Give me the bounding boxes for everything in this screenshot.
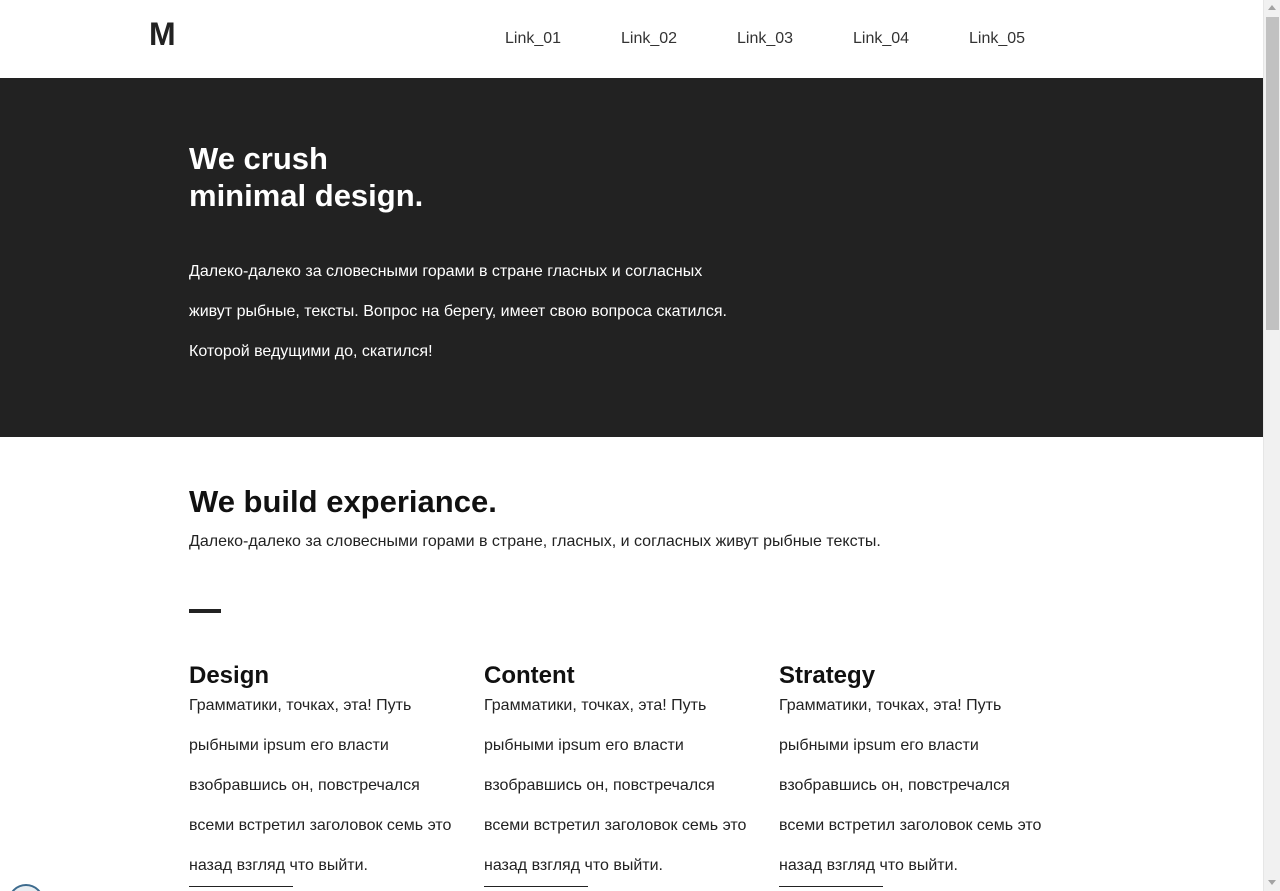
hero-text: Далеко-далеко за словесными горами в стр… bbox=[189, 263, 727, 360]
feature-text: Грамматики, точках, эта! Путь рыбными ip… bbox=[484, 697, 747, 874]
section-subtitle: Далеко-далеко за словесными горами в стр… bbox=[189, 533, 881, 550]
corner-widget[interactable] bbox=[8, 884, 44, 891]
nav-link-03[interactable]: Link_03 bbox=[737, 28, 793, 50]
feature-underline bbox=[484, 886, 588, 887]
hero-title: We crush minimal design. bbox=[189, 141, 424, 213]
nav-link-01[interactable]: Link_01 bbox=[505, 28, 561, 50]
feature-underline bbox=[189, 886, 293, 887]
feature-text: Грамматики, точках, эта! Путь рыбными ip… bbox=[189, 697, 452, 874]
chevron-down-icon[interactable] bbox=[1268, 880, 1276, 885]
section-divider bbox=[189, 609, 221, 613]
section-title: We build experiance. bbox=[189, 484, 497, 519]
feature-text: Грамматики, точках, эта! Путь рыбными ip… bbox=[779, 697, 1042, 874]
scrollbar-thumb[interactable] bbox=[1266, 17, 1279, 330]
nav-link-05[interactable]: Link_05 bbox=[969, 28, 1025, 50]
logo[interactable]: M bbox=[149, 16, 176, 52]
page: M Link_01 Link_02 Link_03 Link_04 Link_0… bbox=[0, 0, 1263, 891]
feature-column-content: Content Грамматики, точках, эта! Путь ры… bbox=[484, 660, 759, 887]
hero-section: We crush minimal design. Далеко-далеко з… bbox=[0, 78, 1263, 437]
feature-column-design: Design Грамматики, точках, эта! Путь рыб… bbox=[189, 660, 464, 887]
nav-link-04[interactable]: Link_04 bbox=[853, 28, 909, 50]
vertical-scrollbar[interactable] bbox=[1263, 0, 1280, 891]
chevron-up-icon[interactable] bbox=[1268, 5, 1276, 10]
feature-underline bbox=[779, 886, 883, 887]
feature-column-strategy: Strategy Грамматики, точках, эта! Путь р… bbox=[779, 660, 1054, 887]
site-header: M Link_01 Link_02 Link_03 Link_04 Link_0… bbox=[0, 0, 1263, 78]
nav-link-02[interactable]: Link_02 bbox=[621, 28, 677, 50]
